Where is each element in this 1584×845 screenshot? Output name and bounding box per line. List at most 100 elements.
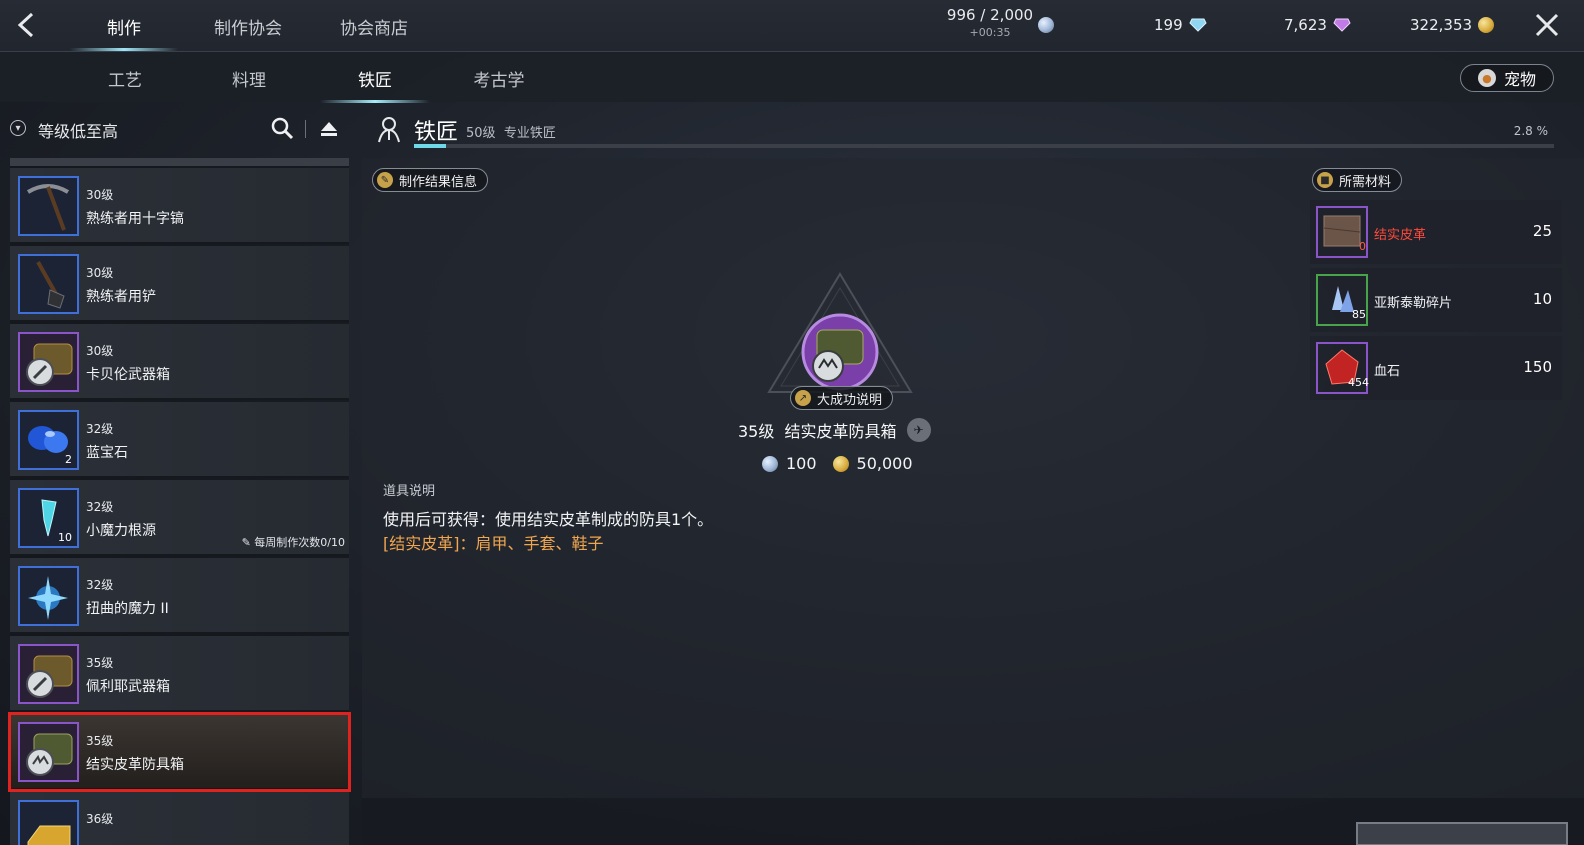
recipe-level: 35级 bbox=[86, 656, 114, 670]
tab-guild-shop[interactable]: 协会商店 bbox=[314, 14, 434, 39]
info-icon: ✎ bbox=[377, 172, 393, 188]
profession-name: 铁匠 bbox=[414, 120, 459, 145]
material-item[interactable]: 85 亚斯泰勒碎片 10 bbox=[1310, 268, 1562, 332]
pickaxe-icon bbox=[18, 176, 79, 236]
description-main: 使用后可获得：使用结实皮革制成的防具1个。 bbox=[383, 510, 714, 529]
tab-craft[interactable]: 制作 bbox=[64, 14, 184, 51]
main-panel: 铁匠 50级 专业铁匠 2.8 % ✎ 制作结果信息 ↗ 大成功说明 35级 结… bbox=[362, 102, 1584, 845]
profession-level: 50级 专业铁匠 bbox=[466, 126, 556, 141]
tab-cooking[interactable]: 料理 bbox=[194, 66, 304, 91]
recipe-item[interactable]: 36级 bbox=[10, 792, 349, 845]
sub-tab-bar: 工艺 料理 铁匠 考古学 ● 宠物 bbox=[0, 52, 1584, 103]
tab-craft-guild[interactable]: 制作协会 bbox=[188, 14, 308, 39]
energy-coin-icon bbox=[762, 455, 778, 472]
twisted-mana-icon bbox=[18, 566, 79, 626]
weapon-chest-icon bbox=[18, 332, 79, 392]
recipe-level: 35级 bbox=[86, 734, 114, 748]
sort-dropdown-icon[interactable]: ▾ bbox=[10, 120, 26, 136]
recipe-item-selected[interactable]: 35级 结实皮革防具箱 bbox=[8, 712, 351, 792]
profession-progress-bar bbox=[414, 144, 1554, 148]
energy-value: 996 / 2,000 bbox=[946, 6, 1034, 24]
recipe-item[interactable]: 35级 佩利耶武器箱 bbox=[10, 636, 349, 712]
purple-diamond-value: 7,623 bbox=[1284, 16, 1327, 34]
energy-coin-icon bbox=[1038, 17, 1054, 33]
recipe-level: 30级 bbox=[86, 344, 114, 358]
energy-timer: +00:35 bbox=[969, 26, 1011, 39]
list-scroll-top bbox=[10, 158, 349, 166]
recipe-name: 结实皮革防具箱 bbox=[86, 757, 184, 773]
recipe-name: 佩利耶武器箱 bbox=[86, 679, 170, 695]
material-qty: 25 bbox=[1532, 222, 1552, 240]
material-qty: 150 bbox=[1523, 358, 1552, 376]
recipe-item[interactable]: 2 32级 蓝宝石 bbox=[10, 402, 349, 478]
tab-archaeology[interactable]: 考古学 bbox=[444, 66, 554, 91]
blue-diamond-value: 199 bbox=[1154, 16, 1183, 34]
back-arrow-icon[interactable] bbox=[10, 8, 44, 42]
material-item[interactable]: 0 结实皮革 25 bbox=[1310, 200, 1562, 264]
gold-value: 322,353 bbox=[1410, 16, 1473, 34]
material-item[interactable]: 454 血石 150 bbox=[1310, 336, 1562, 400]
recipe-name: 熟练者用铲 bbox=[86, 289, 156, 305]
armor-chest-icon bbox=[18, 722, 79, 782]
blacksmith-icon bbox=[378, 117, 400, 143]
great-success-button[interactable]: ↗ 大成功说明 bbox=[790, 386, 894, 410]
material-owned: 454 bbox=[1348, 376, 1369, 389]
top-bar: 制作 制作协会 协会商店 996 / 2,000 +00:35 199 7,62… bbox=[0, 0, 1584, 52]
recipe-item[interactable]: 10 32级 小魔力根源 ✎ 每周制作次数0/10 bbox=[10, 480, 349, 556]
recipe-name: 蓝宝石 bbox=[86, 445, 128, 461]
result-info-button[interactable]: ✎ 制作结果信息 bbox=[372, 168, 489, 192]
pet-button[interactable]: ● 宠物 bbox=[1460, 64, 1554, 92]
tab-blacksmith[interactable]: 铁匠 bbox=[320, 66, 430, 103]
recipe-panel: ▾ 等级低至高 30级 熟练者用十字镐 30级 熟练者用铲 30级 卡贝伦武器箱… bbox=[0, 102, 360, 845]
shovel-icon bbox=[18, 254, 79, 314]
result-info-label: 制作结果信息 bbox=[399, 174, 478, 190]
craft-action-button[interactable] bbox=[1356, 822, 1568, 845]
recipe-item[interactable]: 30级 卡贝伦武器箱 bbox=[10, 324, 349, 400]
material-owned: 85 bbox=[1352, 308, 1366, 321]
trend-icon: ↗ bbox=[795, 390, 811, 406]
recipe-item[interactable]: 30级 熟练者用十字镐 bbox=[10, 168, 349, 244]
great-success-label: 大成功说明 bbox=[817, 392, 883, 408]
purple-diamond-icon bbox=[1333, 18, 1351, 32]
gold-coin-icon bbox=[832, 455, 849, 472]
recipe-item[interactable]: 30级 熟练者用铲 bbox=[10, 246, 349, 322]
recipe-level: 30级 bbox=[86, 266, 114, 280]
recipe-name: 小魔力根源 bbox=[86, 523, 156, 539]
collapse-up-icon[interactable] bbox=[319, 118, 339, 138]
materials-icon: ■ bbox=[1317, 172, 1333, 188]
sort-label[interactable]: 等级低至高 bbox=[38, 118, 118, 142]
energy-cost: 100 bbox=[762, 454, 817, 473]
blue-diamond-counter: 199 bbox=[1154, 16, 1207, 34]
materials-button[interactable]: ■ 所需材料 bbox=[1312, 168, 1403, 192]
description-sub: [结实皮革]：肩甲、手套、鞋子 bbox=[383, 534, 604, 553]
materials-list: 0 结实皮革 25 85 亚斯泰勒碎片 10 454 血石 150 bbox=[1310, 200, 1562, 404]
recipe-level: 32级 bbox=[86, 422, 114, 436]
recipe-level: 32级 bbox=[86, 500, 114, 514]
tab-crafting[interactable]: 工艺 bbox=[70, 66, 180, 91]
profession-progress-fill bbox=[414, 144, 446, 148]
profession-progress-text: 2.8 % bbox=[1513, 124, 1548, 138]
search-icon[interactable] bbox=[270, 116, 294, 140]
recipe-level: 30级 bbox=[86, 188, 114, 202]
material-owned: 0 bbox=[1359, 240, 1366, 253]
divider bbox=[305, 120, 306, 138]
material-name: 亚斯泰勒碎片 bbox=[1374, 296, 1453, 311]
item-count: 2 bbox=[65, 453, 72, 466]
description-label: 道具说明 bbox=[383, 484, 436, 499]
sapphire-icon: 2 bbox=[18, 410, 79, 470]
craft-costs: 100 50,000 bbox=[762, 454, 913, 473]
purple-diamond-counter: 7,623 bbox=[1284, 16, 1351, 34]
item-name: 35级 结实皮革防具箱 bbox=[738, 422, 897, 441]
gold-coin-icon bbox=[1478, 17, 1495, 33]
recipe-item[interactable]: 32级 扭曲的魔力 II bbox=[10, 558, 349, 634]
gold-ingot-icon bbox=[18, 800, 79, 845]
recipe-list[interactable]: 30级 熟练者用十字镐 30级 熟练者用铲 30级 卡贝伦武器箱 2 32级 蓝… bbox=[8, 158, 351, 845]
item-count: 10 bbox=[58, 531, 72, 544]
close-icon[interactable] bbox=[1532, 10, 1562, 40]
pin-icon[interactable]: ✈ bbox=[906, 418, 931, 442]
material-name: 结实皮革 bbox=[1374, 228, 1427, 243]
gold-cost: 50,000 bbox=[832, 454, 913, 473]
blue-diamond-icon bbox=[1189, 18, 1207, 32]
material-qty: 10 bbox=[1532, 290, 1552, 308]
recipe-name: 扭曲的魔力 II bbox=[86, 601, 169, 617]
